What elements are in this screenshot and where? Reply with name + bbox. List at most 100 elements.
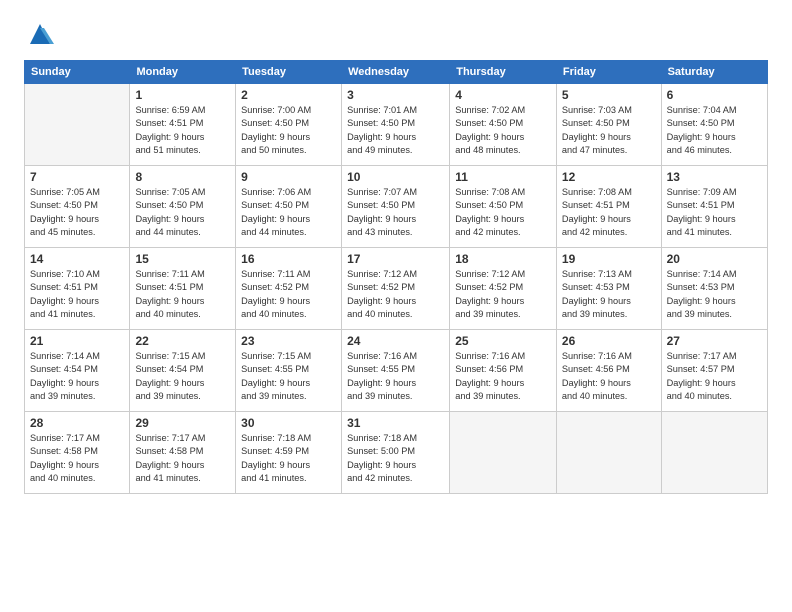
day-info: Sunrise: 7:10 AM Sunset: 4:51 PM Dayligh… [30, 268, 124, 321]
day-info: Sunrise: 7:04 AM Sunset: 4:50 PM Dayligh… [667, 104, 762, 157]
day-info: Sunrise: 7:18 AM Sunset: 4:59 PM Dayligh… [241, 432, 336, 485]
day-cell: 28 Sunrise: 7:17 AM Sunset: 4:58 PM Dayli… [25, 412, 130, 494]
day-number: 10 [347, 170, 444, 184]
day-cell: 12Sunrise: 7:08 AM Sunset: 4:51 PM Dayli… [556, 166, 661, 248]
day-number: 29 [135, 416, 230, 430]
day-info: Sunrise: 7:15 AM Sunset: 4:55 PM Dayligh… [241, 350, 336, 403]
day-number: 4 [455, 88, 551, 102]
day-info: Sunrise: 7:11 AM Sunset: 4:51 PM Dayligh… [135, 268, 230, 321]
day-number: 22 [135, 334, 230, 348]
day-info: Sunrise: 7:00 AM Sunset: 4:50 PM Dayligh… [241, 104, 336, 157]
day-number: 30 [241, 416, 336, 430]
day-info: Sunrise: 7:17 AM Sunset: 4:57 PM Dayligh… [667, 350, 762, 403]
day-cell [556, 412, 661, 494]
day-number: 2 [241, 88, 336, 102]
day-number: 7 [30, 170, 124, 184]
day-info: Sunrise: 7:06 AM Sunset: 4:50 PM Dayligh… [241, 186, 336, 239]
day-cell: 20 Sunrise: 7:14 AM Sunset: 4:53 PM Dayli… [661, 248, 767, 330]
day-number: 5 [562, 88, 656, 102]
col-header-monday: Monday [130, 61, 236, 84]
day-cell: 29Sunrise: 7:17 AM Sunset: 4:58 PM Dayli… [130, 412, 236, 494]
day-cell: 23Sunrise: 7:15 AM Sunset: 4:55 PM Dayli… [236, 330, 342, 412]
col-header-thursday: Thursday [450, 61, 557, 84]
day-number: 25 [455, 334, 551, 348]
day-cell: 26Sunrise: 7:16 AM Sunset: 4:56 PM Dayli… [556, 330, 661, 412]
day-cell: 1 Sunrise: 6:59 AM Sunset: 4:51 PM Daylig… [130, 84, 236, 166]
calendar-header-row: SundayMondayTuesdayWednesdayThursdayFrid… [25, 61, 768, 84]
logo [24, 20, 54, 48]
calendar-table: SundayMondayTuesdayWednesdayThursdayFrid… [24, 60, 768, 494]
day-number: 18 [455, 252, 551, 266]
day-number: 15 [135, 252, 230, 266]
day-number: 27 [667, 334, 762, 348]
day-info: Sunrise: 7:17 AM Sunset: 4:58 PM Dayligh… [30, 432, 124, 485]
day-cell: 8 Sunrise: 7:05 AM Sunset: 4:50 PM Daylig… [130, 166, 236, 248]
day-cell: 21 Sunrise: 7:14 AM Sunset: 4:54 PM Dayli… [25, 330, 130, 412]
page: SundayMondayTuesdayWednesdayThursdayFrid… [0, 0, 792, 612]
day-number: 8 [135, 170, 230, 184]
day-info: Sunrise: 7:12 AM Sunset: 4:52 PM Dayligh… [347, 268, 444, 321]
day-info: Sunrise: 7:16 AM Sunset: 4:56 PM Dayligh… [455, 350, 551, 403]
day-number: 13 [667, 170, 762, 184]
col-header-tuesday: Tuesday [236, 61, 342, 84]
day-cell: 22Sunrise: 7:15 AM Sunset: 4:54 PM Dayli… [130, 330, 236, 412]
day-cell: 24 Sunrise: 7:16 AM Sunset: 4:55 PM Dayli… [342, 330, 450, 412]
day-info: Sunrise: 7:05 AM Sunset: 4:50 PM Dayligh… [135, 186, 230, 239]
day-info: Sunrise: 7:11 AM Sunset: 4:52 PM Dayligh… [241, 268, 336, 321]
day-info: Sunrise: 7:13 AM Sunset: 4:53 PM Dayligh… [562, 268, 656, 321]
week-row-3: 14 Sunrise: 7:10 AM Sunset: 4:51 PM Dayli… [25, 248, 768, 330]
day-cell: 18Sunrise: 7:12 AM Sunset: 4:52 PM Dayli… [450, 248, 557, 330]
day-number: 1 [135, 88, 230, 102]
day-number: 9 [241, 170, 336, 184]
day-cell: 2 Sunrise: 7:00 AM Sunset: 4:50 PM Daylig… [236, 84, 342, 166]
col-header-sunday: Sunday [25, 61, 130, 84]
day-number: 12 [562, 170, 656, 184]
day-number: 26 [562, 334, 656, 348]
day-number: 6 [667, 88, 762, 102]
day-info: Sunrise: 7:08 AM Sunset: 4:50 PM Dayligh… [455, 186, 551, 239]
day-cell: 7 Sunrise: 7:05 AM Sunset: 4:50 PM Daylig… [25, 166, 130, 248]
day-number: 21 [30, 334, 124, 348]
day-cell: 11Sunrise: 7:08 AM Sunset: 4:50 PM Dayli… [450, 166, 557, 248]
day-cell: 25 Sunrise: 7:16 AM Sunset: 4:56 PM Dayli… [450, 330, 557, 412]
day-info: Sunrise: 7:14 AM Sunset: 4:53 PM Dayligh… [667, 268, 762, 321]
day-cell [450, 412, 557, 494]
day-number: 19 [562, 252, 656, 266]
day-info: Sunrise: 7:02 AM Sunset: 4:50 PM Dayligh… [455, 104, 551, 157]
day-cell: 14 Sunrise: 7:10 AM Sunset: 4:51 PM Dayli… [25, 248, 130, 330]
header [24, 20, 768, 48]
day-number: 3 [347, 88, 444, 102]
day-cell: 10 Sunrise: 7:07 AM Sunset: 4:50 PM Dayli… [342, 166, 450, 248]
day-number: 24 [347, 334, 444, 348]
day-info: Sunrise: 6:59 AM Sunset: 4:51 PM Dayligh… [135, 104, 230, 157]
day-cell: 6 Sunrise: 7:04 AM Sunset: 4:50 PM Daylig… [661, 84, 767, 166]
day-number: 16 [241, 252, 336, 266]
day-cell: 13 Sunrise: 7:09 AM Sunset: 4:51 PM Dayli… [661, 166, 767, 248]
col-header-friday: Friday [556, 61, 661, 84]
day-cell: 30 Sunrise: 7:18 AM Sunset: 4:59 PM Dayli… [236, 412, 342, 494]
day-cell: 15 Sunrise: 7:11 AM Sunset: 4:51 PM Dayli… [130, 248, 236, 330]
day-number: 20 [667, 252, 762, 266]
col-header-wednesday: Wednesday [342, 61, 450, 84]
day-number: 28 [30, 416, 124, 430]
day-info: Sunrise: 7:14 AM Sunset: 4:54 PM Dayligh… [30, 350, 124, 403]
day-cell [25, 84, 130, 166]
day-cell: 16 Sunrise: 7:11 AM Sunset: 4:52 PM Dayli… [236, 248, 342, 330]
day-cell: 17 Sunrise: 7:12 AM Sunset: 4:52 PM Dayli… [342, 248, 450, 330]
day-info: Sunrise: 7:09 AM Sunset: 4:51 PM Dayligh… [667, 186, 762, 239]
day-number: 14 [30, 252, 124, 266]
week-row-1: 1 Sunrise: 6:59 AM Sunset: 4:51 PM Daylig… [25, 84, 768, 166]
day-cell: 27 Sunrise: 7:17 AM Sunset: 4:57 PM Dayli… [661, 330, 767, 412]
day-cell: 3Sunrise: 7:01 AM Sunset: 4:50 PM Daylig… [342, 84, 450, 166]
day-info: Sunrise: 7:18 AM Sunset: 5:00 PM Dayligh… [347, 432, 444, 485]
day-info: Sunrise: 7:07 AM Sunset: 4:50 PM Dayligh… [347, 186, 444, 239]
day-number: 17 [347, 252, 444, 266]
day-cell: 5Sunrise: 7:03 AM Sunset: 4:50 PM Daylig… [556, 84, 661, 166]
logo-icon [26, 20, 54, 48]
col-header-saturday: Saturday [661, 61, 767, 84]
day-info: Sunrise: 7:16 AM Sunset: 4:55 PM Dayligh… [347, 350, 444, 403]
day-cell: 19 Sunrise: 7:13 AM Sunset: 4:53 PM Dayli… [556, 248, 661, 330]
day-info: Sunrise: 7:05 AM Sunset: 4:50 PM Dayligh… [30, 186, 124, 239]
day-cell [661, 412, 767, 494]
day-cell: 9 Sunrise: 7:06 AM Sunset: 4:50 PM Daylig… [236, 166, 342, 248]
